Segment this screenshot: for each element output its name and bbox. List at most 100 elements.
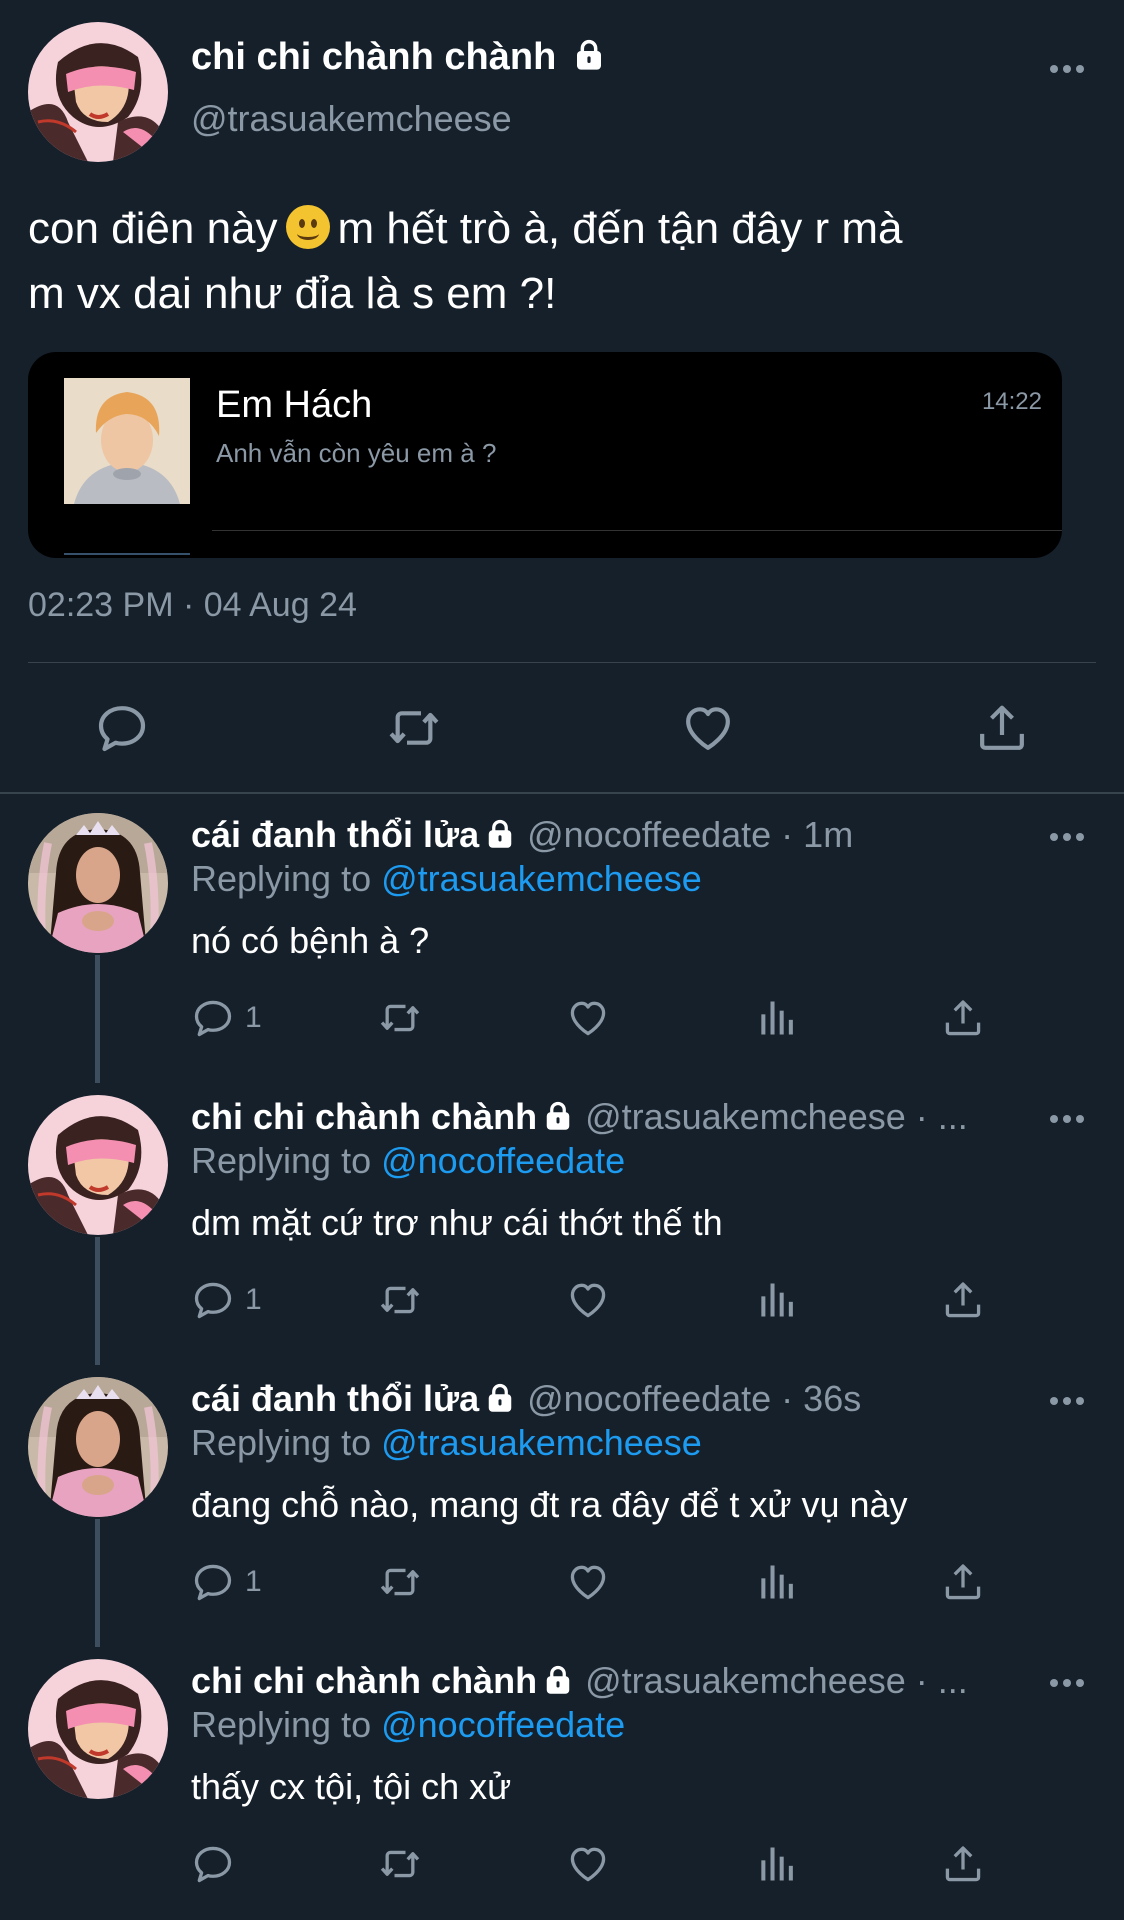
avatar[interactable] [28,1377,168,1517]
avatar[interactable] [28,22,168,162]
reply-count: 1 [245,1001,262,1034]
more-options-icon[interactable] [1050,62,1086,76]
reply-header: cái đanh thổi lửa @nocoffeedate · 1m [191,813,1031,857]
reply-actions [191,1841,991,1891]
replying-to-mention[interactable]: @nocoffeedate [381,1140,625,1181]
author-name[interactable]: chi chi chành chành [191,1096,537,1137]
share-button[interactable] [941,995,985,1041]
more-options-icon[interactable] [1050,1676,1086,1690]
author-handle[interactable]: @trasuakemcheese [191,97,512,141]
retweet-icon [386,700,442,756]
retweet-button[interactable] [386,700,442,756]
lock-icon [485,818,515,850]
like-icon [680,700,736,756]
more-options-icon[interactable] [1050,1112,1086,1126]
reply-tweet[interactable]: chi chi chành chành @trasuakemcheese · ..… [0,1077,1124,1359]
more-options-icon[interactable] [1050,830,1086,844]
views-button[interactable] [754,1841,798,1887]
retweet-button[interactable] [378,1559,422,1605]
like-icon [566,1842,610,1886]
views-button[interactable] [754,1559,798,1605]
like-button[interactable] [566,1559,610,1605]
tweet-thread-page: chi chi chành chành @trasuakemcheese con… [0,0,1124,1920]
retweet-icon [378,1560,422,1604]
replying-to-mention[interactable]: @trasuakemcheese [381,1422,702,1463]
share-icon [941,1278,985,1322]
views-button[interactable] [754,1277,798,1323]
reply-text: thấy cx tội, tội ch xử [191,1766,512,1807]
author-name[interactable]: cái đanh thổi lửa [191,814,479,855]
reply-header: chi chi chành chành @trasuakemcheese · ..… [191,1659,1031,1703]
like-button[interactable] [566,1277,610,1323]
avatar[interactable] [28,1095,168,1235]
tweet-media-image[interactable]: Em Hách Anh vẫn còn yêu em à ? 14:22 [28,352,1062,558]
more-options-icon[interactable] [1050,1394,1086,1408]
lock-icon [485,1382,515,1414]
reply-tweet[interactable]: chi chi chành chành @trasuakemcheese · ..… [0,1641,1124,1920]
share-button[interactable] [941,1559,985,1605]
retweet-button[interactable] [378,1841,422,1887]
reply-icon [191,1278,235,1322]
reply-tweet[interactable]: cái đanh thổi lửa @nocoffeedate · 1m Repl… [0,795,1124,1077]
replying-to-prefix: Replying to [191,1422,382,1463]
replying-to-prefix: Replying to [191,1140,382,1181]
share-button[interactable] [941,1277,985,1323]
avatar[interactable] [28,1659,168,1799]
reply-icon [191,1560,235,1604]
share-button[interactable] [974,700,1030,756]
like-icon [566,1560,610,1604]
author-name-text[interactable]: chi chi chành chành [191,36,556,78]
reply-button[interactable]: 1 [191,1559,262,1605]
reply-count: 1 [245,1283,262,1316]
reply-icon [94,700,150,756]
retweet-icon [378,1842,422,1886]
reply-actions: 1 [191,1559,991,1609]
retweet-button[interactable] [378,995,422,1041]
replying-to: Replying to @nocoffeedate [191,1703,625,1747]
replying-to-prefix: Replying to [191,1704,382,1745]
retweet-button[interactable] [378,1277,422,1323]
reply-text: đang chỗ nào, mang đt ra đây để t xử vụ … [191,1484,908,1525]
retweet-icon [378,1278,422,1322]
reply-actions: 1 [191,1277,991,1327]
tweet-timestamp[interactable]: 02:23 PM · 04 Aug 24 [28,585,357,625]
avatar[interactable] [28,813,168,953]
reply-button[interactable] [94,700,150,756]
reply-button[interactable]: 1 [191,1277,262,1323]
like-button[interactable] [680,700,736,756]
reply-text: nó có bệnh à ? [191,920,430,961]
reply-tweet[interactable]: cái đanh thổi lửa @nocoffeedate · 36s Rep… [0,1359,1124,1641]
slightly-smiling-face-emoji [285,205,330,249]
share-button[interactable] [941,1841,985,1887]
replying-to-mention[interactable]: @nocoffeedate [381,1704,625,1745]
message-preview: Anh vẫn còn yêu em à ? [216,438,497,468]
section-divider [0,792,1124,794]
share-icon [941,1560,985,1604]
reply-text: dm mặt cứ trơ như cái thớt thế th [191,1202,723,1243]
author-handle-time[interactable]: @nocoffeedate · 36s [527,1378,861,1419]
reply-icon [191,996,235,1040]
message-contact-name: Em Hách [216,384,373,426]
replying-to-mention[interactable]: @trasuakemcheese [381,858,702,899]
views-button[interactable] [754,995,798,1041]
replying-to: Replying to @trasuakemcheese [191,857,702,901]
author-handle-time[interactable]: @trasuakemcheese · ... [585,1096,968,1137]
reply-button[interactable]: 1 [191,995,262,1041]
author-handle-time[interactable]: @nocoffeedate · 1m [527,814,853,855]
lock-icon [543,1664,573,1696]
tweet-text: con điên này m hết trò à, đến tận đây r m… [28,196,1098,326]
like-button[interactable] [566,995,610,1041]
author-name[interactable]: chi chi chành chành [191,1660,537,1701]
stats-icon [754,996,798,1040]
author-name[interactable]: cái đanh thổi lửa [191,1378,479,1419]
divider [28,662,1096,663]
replying-to: Replying to @nocoffeedate [191,1139,625,1183]
like-icon [566,996,610,1040]
author-name[interactable]: chi chi chành chành [191,34,605,80]
like-button[interactable] [566,1841,610,1887]
message-separator [212,530,1062,531]
reply-button[interactable] [191,1841,245,1887]
author-handle-time[interactable]: @trasuakemcheese · ... [585,1660,968,1701]
share-icon [974,700,1030,756]
reply-header: cái đanh thổi lửa @nocoffeedate · 36s [191,1377,1031,1421]
